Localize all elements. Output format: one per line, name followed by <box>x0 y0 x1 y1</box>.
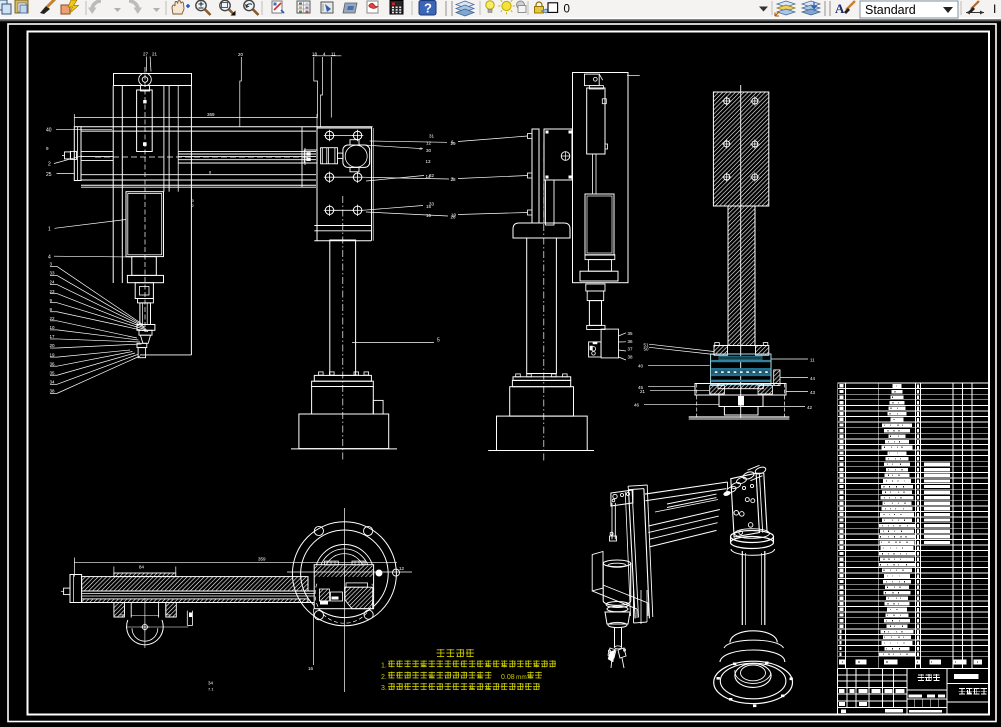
svg-text:40: 40 <box>46 128 52 134</box>
svg-text:37: 37 <box>628 347 634 352</box>
svg-text:12: 12 <box>399 566 405 571</box>
svg-text:I: I <box>993 2 996 16</box>
svg-text:21: 21 <box>152 52 158 57</box>
svg-text:24: 24 <box>50 280 56 285</box>
svg-text:43: 43 <box>810 390 816 395</box>
svg-text:5: 5 <box>437 338 440 344</box>
svg-text:27: 27 <box>143 52 149 57</box>
svg-text:34: 34 <box>50 380 56 385</box>
svg-text:A: A <box>835 1 845 16</box>
svg-text:34: 34 <box>208 681 214 686</box>
svg-text:1.: 1. <box>381 663 387 670</box>
svg-text:33: 33 <box>429 202 435 207</box>
svg-text:31: 31 <box>429 134 435 139</box>
svg-text:0.08: 0.08 <box>501 674 515 681</box>
svg-text:?: ? <box>424 1 432 16</box>
svg-text:23: 23 <box>50 289 56 294</box>
svg-text:46: 46 <box>634 403 640 408</box>
svg-text:42: 42 <box>807 405 813 410</box>
svg-text:16: 16 <box>426 213 432 218</box>
svg-text:84: 84 <box>139 565 145 570</box>
svg-text:19: 19 <box>50 352 56 357</box>
svg-text:44: 44 <box>810 376 816 381</box>
svg-text:36: 36 <box>628 339 634 344</box>
svg-text:20: 20 <box>50 343 56 348</box>
svg-text:1: 1 <box>48 227 51 233</box>
svg-text:10: 10 <box>451 213 457 218</box>
svg-text:Standard: Standard <box>865 3 916 17</box>
svg-text:0: 0 <box>564 4 570 16</box>
svg-text:32: 32 <box>429 173 435 178</box>
svg-text:40: 40 <box>638 364 644 369</box>
svg-text:36: 36 <box>50 361 56 366</box>
svg-text:12: 12 <box>426 141 432 146</box>
svg-text:20: 20 <box>238 52 244 57</box>
svg-text:17: 17 <box>50 334 56 339</box>
svg-text:22: 22 <box>50 316 56 321</box>
svg-text:35: 35 <box>50 370 56 375</box>
svg-text:38: 38 <box>628 355 634 360</box>
svg-text:35: 35 <box>628 331 634 336</box>
svg-text:10: 10 <box>50 325 56 330</box>
svg-text:13: 13 <box>426 159 432 164</box>
svg-text:33: 33 <box>50 271 56 276</box>
svg-text:38: 38 <box>50 389 56 394</box>
svg-text:359: 359 <box>258 557 266 562</box>
svg-text:mm: mm <box>516 674 527 681</box>
svg-text:25: 25 <box>46 172 52 178</box>
svg-text:7.1: 7.1 <box>208 687 214 692</box>
svg-text:3.: 3. <box>381 685 387 692</box>
svg-text:4: 4 <box>48 255 51 261</box>
svg-text:30: 30 <box>426 148 432 153</box>
svg-text:369: 369 <box>207 112 215 117</box>
svg-text:16: 16 <box>308 666 314 671</box>
svg-text:21: 21 <box>640 389 646 394</box>
svg-text:50: 50 <box>644 347 650 352</box>
svg-text:2.: 2. <box>381 674 387 681</box>
svg-text:11: 11 <box>810 358 815 363</box>
svg-text:2: 2 <box>48 162 51 168</box>
